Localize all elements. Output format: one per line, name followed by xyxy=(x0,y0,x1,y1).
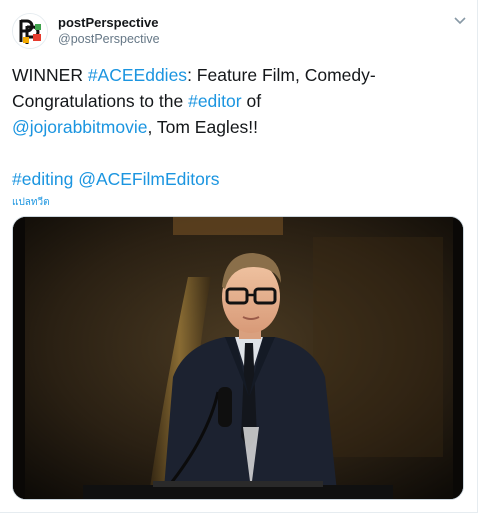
text-segment: WINNER xyxy=(12,65,88,85)
hashtag-link[interactable]: #editor xyxy=(188,91,242,111)
tweet-text-line: Congratulations to the #editor of xyxy=(12,88,467,114)
hashtag-link[interactable]: #ACEEddies xyxy=(88,65,187,85)
tweet-text-line: WINNER #ACEEddies: Feature Film, Comedy- xyxy=(12,62,467,88)
avatar[interactable] xyxy=(12,13,48,49)
translate-tweet-link[interactable]: แปลทวีต xyxy=(12,195,50,210)
tweet-text-line: #editing @ACEFilmEditors xyxy=(12,166,467,192)
text-segment: , Tom Eagles!! xyxy=(147,117,259,137)
user-handle[interactable]: @postPerspective xyxy=(58,32,160,46)
text-segment: Congratulations to the xyxy=(12,91,189,111)
tweet-text-line: @jojorabbitmovie, Tom Eagles!! xyxy=(12,114,467,140)
tweet-text: WINNER #ACEEddies: Feature Film, Comedy-… xyxy=(12,62,467,192)
tweet-photo[interactable] xyxy=(12,216,464,500)
text-segment: : Feature Film, Comedy- xyxy=(187,65,376,85)
tweet-card: postPerspective @postPerspective WINNER … xyxy=(0,0,478,513)
mention-link[interactable]: @ACEFilmEditors xyxy=(78,169,219,189)
chevron-down-icon[interactable] xyxy=(452,14,468,28)
text-segment: of xyxy=(241,91,262,111)
tweet-text-line xyxy=(12,140,467,166)
mention-link[interactable]: @jojorabbitmovie xyxy=(12,117,147,137)
hashtag-link[interactable]: #editing xyxy=(12,169,73,189)
photo-man-at-podium xyxy=(13,217,463,499)
display-name[interactable]: postPerspective xyxy=(58,15,158,30)
postperspective-logo xyxy=(13,14,47,48)
